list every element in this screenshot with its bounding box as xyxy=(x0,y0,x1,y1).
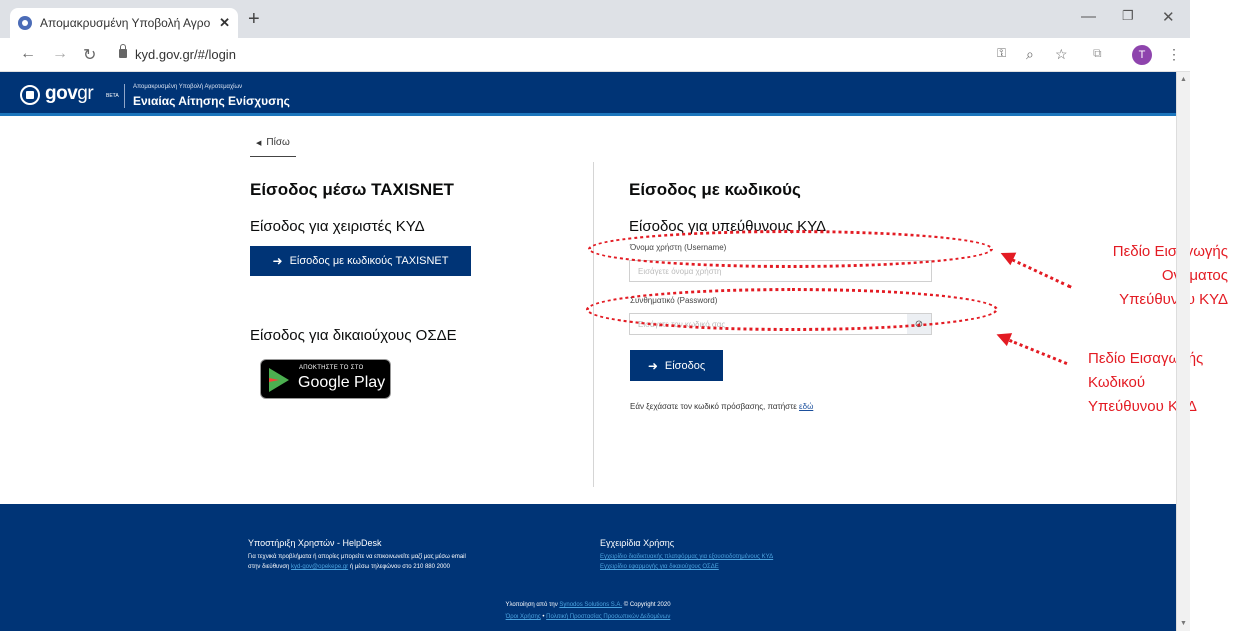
helpdesk-line2-pre: στην διεύθυνση xyxy=(248,564,290,570)
osde-heading: Είσοδος για δικαιούχους ΟΣΔΕ xyxy=(250,327,457,344)
browser-tab-strip: Απομακρυσμένη Υποβολή Αγρο ✕ + — ❐ ✕ xyxy=(0,0,1190,38)
impl-company-link[interactable]: Synodos Solutions S.A. xyxy=(559,602,622,608)
manuals-title: Εγχειρίδια Χρήσης xyxy=(600,538,675,548)
lock-icon[interactable] xyxy=(119,44,127,58)
globe-icon xyxy=(18,16,32,30)
restore-button[interactable]: ❐ xyxy=(1122,8,1134,24)
header-title: Ενιαίας Αίτησης Ενίσχυσης xyxy=(133,94,290,108)
tab-title: Απομακρυσμένη Υποβολή Αγρο xyxy=(40,16,211,30)
site-header: govgr BETA Απομακρυσμένη Υποβολή Αγροτεμ… xyxy=(0,72,1176,116)
terms-link[interactable]: Όροι Χρήσης xyxy=(506,614,541,620)
password-annotation-line2: Κωδικού xyxy=(1088,374,1146,391)
taxisnet-heading: Είσοδος μέσω TAXISNET xyxy=(250,180,454,199)
vertical-scrollbar[interactable]: ▲ ▼ xyxy=(1176,72,1190,631)
beta-badge: BETA xyxy=(106,93,119,99)
minimize-button[interactable]: — xyxy=(1081,8,1096,25)
taxisnet-login-button[interactable]: ➜ Είσοδος με κωδικούς TAXISNET xyxy=(250,246,471,276)
legal-separator: • xyxy=(542,614,545,620)
sign-in-icon: ➜ xyxy=(647,358,658,373)
manual-link-kyd[interactable]: Εγχειρίδιο διαδικτυακής πλατφόρμας για ε… xyxy=(600,552,860,562)
helpdesk-email-link[interactable]: kyd-gov@opekepe.gr xyxy=(291,564,348,570)
caret-left-icon: ◀ xyxy=(256,139,262,147)
username-annotation-line3: Υπεύθυνου ΚΥΔ xyxy=(1119,291,1228,308)
forward-arrow-icon[interactable]: → xyxy=(52,45,68,63)
new-tab-button[interactable]: + xyxy=(248,9,260,29)
password-highlight-ellipse xyxy=(586,288,998,331)
url-field[interactable]: kyd.gov.gr/#/login xyxy=(135,47,236,62)
password-arrowhead-icon xyxy=(993,327,1013,347)
extension-icon[interactable]: ⧉ xyxy=(1093,46,1102,61)
helpdesk-line1: Για τεχνικά προβλήματα ή απορίες μπορείτ… xyxy=(248,554,466,560)
helpdesk-text: Για τεχνικά προβλήματα ή απορίες μπορείτ… xyxy=(248,552,588,572)
address-bar-row: ← → ↻ kyd.gov.gr/#/login ⚿ ⌕ ☆ ⧉ T ⋮ xyxy=(0,38,1190,72)
browser-tab[interactable]: Απομακρυσμένη Υποβολή Αγρο ✕ xyxy=(10,8,238,38)
bookmark-star-icon[interactable]: ☆ xyxy=(1055,46,1068,63)
back-arrow-icon[interactable]: ← xyxy=(20,45,36,63)
site-footer: Υποστήριξη Χρηστών - HelpDesk Για τεχνικ… xyxy=(0,504,1176,631)
column-divider xyxy=(593,162,594,487)
forgot-password-text: Εάν ξεχάσατε τον κωδικό πρόσβασης, πατήσ… xyxy=(630,402,813,411)
manual-link-osde[interactable]: Εγχειρίδιο εφαρμογής για δικαιούχους ΟΣΔ… xyxy=(600,562,860,572)
reload-icon[interactable]: ↻ xyxy=(83,45,96,65)
gov-emblem-icon xyxy=(20,85,40,105)
sign-in-icon: ➜ xyxy=(272,254,283,268)
username-highlight-ellipse xyxy=(588,230,993,268)
close-window-button[interactable]: ✕ xyxy=(1162,8,1175,26)
footer-legal-links: Όροι Χρήσης • Πολιτική Προστασίας Προσωπ… xyxy=(0,612,1176,622)
taxisnet-button-label: Είσοδος με κωδικούς TAXISNET xyxy=(289,255,449,267)
helpdesk-line2: στην διεύθυνση kyd-gov@opekepe.gr ή μέσω… xyxy=(248,562,588,572)
username-arrowhead-icon xyxy=(997,246,1017,266)
username-annotation-line2: Ονόματος xyxy=(1161,267,1228,284)
copyright-text: © Copyright 2020 xyxy=(623,602,671,608)
govgr-logo[interactable]: govgr xyxy=(45,83,94,105)
manuals-list: Εγχειρίδιο διαδικτυακής πλατφόρμας για ε… xyxy=(600,552,860,572)
zoom-icon[interactable]: ⌕ xyxy=(1026,46,1034,63)
helpdesk-title: Υποστήριξη Χρηστών - HelpDesk xyxy=(248,538,382,548)
key-icon[interactable]: ⚿ xyxy=(997,46,1006,61)
password-arrow-line xyxy=(1008,339,1068,366)
gplay-big-text: Google Play xyxy=(298,374,386,391)
username-annotation: Πεδίο Εισαγωγής Ονόματος Υπεύθυνου ΚΥΔ xyxy=(1070,240,1228,312)
impl-pre: Υλοποίηση από την xyxy=(505,602,558,608)
google-play-badge[interactable]: ΑΠΟΚΤΗΣΤΕ ΤΟ ΣΤΟ Google Play xyxy=(260,359,391,399)
back-label: Πίσω xyxy=(266,137,290,148)
gplay-small-text: ΑΠΟΚΤΗΣΤΕ ΤΟ ΣΤΟ xyxy=(299,365,364,371)
logo-gr-text: gr xyxy=(77,83,94,104)
kyd-users-heading: Είσοδος για χειριστές ΚΥΔ xyxy=(250,218,425,235)
helpdesk-line2-post: ή μέσω τηλεφώνου στο 210 880 2000 xyxy=(349,564,450,570)
forgot-text: Εάν ξεχάσατε τον κωδικό πρόσβασης, πατήσ… xyxy=(630,402,797,411)
login-button[interactable]: ➜ Είσοδος xyxy=(630,350,723,381)
codes-heading: Είσοδος με κωδικούς xyxy=(629,180,801,199)
password-annotation: Πεδίο Εισαγωγής Κωδικού Υπεύθυνου ΚΥΔ xyxy=(1070,347,1230,419)
scroll-up-icon[interactable]: ▲ xyxy=(1180,76,1187,83)
play-store-icon xyxy=(269,368,289,392)
username-annotation-line1: Πεδίο Εισαγωγής xyxy=(1112,243,1228,260)
header-subtitle: Απομακρυσμένη Υποβολή Αγροτεμαχίων xyxy=(133,84,243,90)
logo-gov-text: gov xyxy=(45,83,78,104)
header-divider xyxy=(124,84,125,108)
menu-kebab-icon[interactable]: ⋮ xyxy=(1167,46,1181,63)
profile-avatar[interactable]: T xyxy=(1132,45,1152,65)
forgot-password-link[interactable]: εδώ xyxy=(799,402,813,411)
username-arrow-line xyxy=(1010,258,1072,289)
scroll-down-icon[interactable]: ▼ xyxy=(1180,620,1187,627)
close-tab-icon[interactable]: ✕ xyxy=(219,15,230,31)
privacy-link[interactable]: Πολιτική Προστασίας Προσωπικών Δεδομένων xyxy=(546,614,670,620)
app-window: Απομακρυσμένη Υποβολή Αγρο ✕ + — ❐ ✕ ← →… xyxy=(0,0,1238,631)
login-button-label: Είσοδος xyxy=(664,359,706,372)
implementation-credit: Υλοποίηση από την Synodos Solutions S.A.… xyxy=(0,600,1176,610)
password-annotation-line1: Πεδίο Εισαγωγής xyxy=(1088,350,1204,367)
back-link[interactable]: ◀ Πίσω xyxy=(250,133,296,157)
password-annotation-line3: Υπεύθυνου ΚΥΔ xyxy=(1088,398,1197,415)
